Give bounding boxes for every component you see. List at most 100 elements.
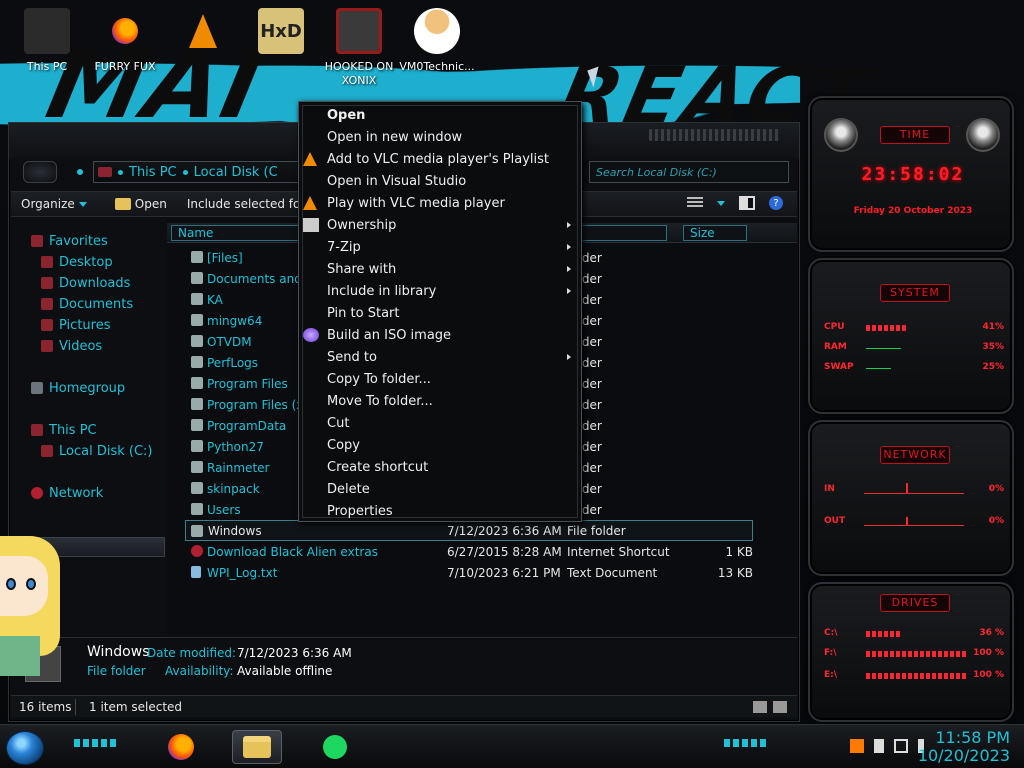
chevron-right-icon [567, 244, 571, 250]
menu-item-label: Ownership [327, 217, 397, 233]
address-bar[interactable]: This PC Local Disk (C [93, 161, 299, 183]
time-date: Friday 20 October 2023 [853, 206, 973, 216]
menu-item-label: Copy To folder... [327, 371, 431, 387]
organize-button[interactable]: Organize [11, 197, 97, 211]
computer-icon [24, 8, 70, 54]
drive-icon [41, 445, 53, 457]
taskbar-clock[interactable]: 11:58 PM 10/20/2023 [918, 729, 1010, 765]
include-label: Include selected fol [186, 197, 304, 211]
include-in-library-button[interactable]: Include selected fol [177, 197, 314, 211]
firefox-icon [168, 734, 194, 760]
menu-item-add-to-vlc-media-player-s-playlist[interactable]: Add to VLC media player's Playlist [299, 148, 579, 170]
menu-item-label: Play with VLC media player [327, 195, 505, 211]
breadcrumb-this-pc[interactable]: This PC [129, 165, 177, 180]
desktop-icon-furry-fux[interactable]: FURRY FUX [86, 4, 164, 88]
help-icon[interactable]: ? [769, 196, 783, 210]
menu-item-delete[interactable]: Delete [299, 478, 579, 500]
preview-pane-icon[interactable] [739, 196, 755, 210]
search-input[interactable]: Search Local Disk (C:) [589, 161, 789, 183]
menu-item-label: Copy [327, 437, 360, 453]
recent-pages-dot[interactable] [77, 169, 83, 175]
column-header-name[interactable]: Name [171, 225, 301, 241]
system-gadget: SYSTEM CPU 41% RAM 35% SWAP 25% [808, 258, 1014, 414]
view-options-icon[interactable] [687, 197, 703, 209]
menu-item-open-in-new-window[interactable]: Open in new window [299, 126, 579, 148]
network-out-graph [864, 512, 964, 526]
menu-item-build-an-iso-image[interactable]: Build an ISO image [299, 324, 579, 346]
taskbar-spotify[interactable] [310, 730, 360, 764]
time-gadget: TIME 23:58:02 Friday 20 October 2023 [808, 96, 1014, 252]
drive-f-label: F:\ [824, 648, 837, 658]
row-type: Text Document [567, 565, 658, 580]
menu-item-share-with[interactable]: Share with [299, 258, 579, 280]
table-row[interactable]: Download Black Alien extras 6/27/2015 8:2… [167, 541, 797, 562]
drive-f-bar [866, 651, 966, 657]
nav-downloads[interactable]: Downloads [41, 273, 130, 293]
details-view-icon[interactable] [753, 700, 767, 713]
taskbar-file-explorer[interactable] [232, 730, 282, 764]
menu-item-label: 7-Zip [327, 239, 361, 255]
desktop-icon-vlc-shortcut[interactable] [164, 4, 242, 88]
desktop-icon-vm0technic[interactable]: VM0Technic... [398, 4, 476, 88]
menu-item-properties[interactable]: Properties [299, 500, 579, 522]
menu-item-ownership[interactable]: Ownership [299, 214, 579, 236]
back-forward-button[interactable] [23, 161, 57, 183]
menu-item-include-in-library[interactable]: Include in library [299, 280, 579, 302]
menu-item-7-zip[interactable]: 7-Zip [299, 236, 579, 258]
menu-item-open[interactable]: Open [299, 104, 579, 126]
row-date: 7/10/2023 6:21 PM [447, 565, 561, 580]
table-row[interactable]: WPI_Log.txt 7/10/2023 6:21 PM Text Documen… [167, 562, 797, 583]
open-button[interactable]: Open [105, 197, 177, 211]
nav-local-disk[interactable]: Local Disk (C:) [41, 441, 152, 461]
desktop-icon-label: VM0Technic... [399, 60, 475, 73]
desktop-icon-this-pc[interactable]: This PC [8, 4, 86, 88]
folder-icon [191, 525, 203, 537]
nav-label: Videos [59, 338, 103, 354]
column-header-size[interactable]: Size [683, 225, 747, 241]
ram-meter: RAM 35% [824, 342, 1004, 356]
clock-time: 11:58 PM [935, 728, 1010, 747]
downloads-icon [41, 277, 53, 289]
drive-c-meter: C:\ 36 % [824, 628, 1004, 642]
network-tray-icon[interactable] [894, 739, 908, 753]
row-name: Users [207, 502, 241, 517]
nav-videos[interactable]: Videos [41, 336, 102, 356]
menu-item-copy-to-folder[interactable]: Copy To folder... [299, 368, 579, 390]
menu-item-label: Properties [327, 503, 393, 519]
desktop-icon-xonix[interactable]: HOOKED ON XONIX [320, 4, 398, 88]
status-bar: 16 items 1 item selected [11, 695, 797, 717]
internet-shortcut-icon [191, 545, 203, 557]
menu-item-move-to-folder[interactable]: Move To folder... [299, 390, 579, 412]
nav-favorites[interactable]: Favorites [31, 231, 108, 251]
nav-label: Network [49, 485, 104, 501]
menu-item-play-with-vlc-media-player[interactable]: Play with VLC media player [299, 192, 579, 214]
menu-item-send-to[interactable]: Send to [299, 346, 579, 368]
action-center-flag-icon[interactable] [874, 739, 884, 753]
menu-item-copy[interactable]: Copy [299, 434, 579, 456]
menu-item-open-in-visual-studio[interactable]: Open in Visual Studio [299, 170, 579, 192]
start-button[interactable] [6, 731, 44, 765]
menu-item-label: Open [327, 107, 366, 123]
nav-this-pc[interactable]: This PC [31, 420, 97, 440]
menu-item-create-shortcut[interactable]: Create shortcut [299, 456, 579, 478]
nav-desktop[interactable]: Desktop [41, 252, 113, 272]
taskbar-firefox[interactable] [156, 730, 206, 764]
nav-homegroup[interactable]: Homegroup [31, 378, 125, 398]
documents-icon [41, 298, 53, 310]
nav-network[interactable]: Network [31, 483, 103, 503]
tray-app-icon[interactable] [850, 739, 864, 753]
nav-pictures[interactable]: Pictures [41, 315, 110, 335]
chevron-down-icon[interactable] [717, 200, 725, 206]
tiles-view-icon[interactable] [773, 700, 787, 713]
cpu-meter: CPU 41% [824, 322, 1004, 336]
details-type: File folder [87, 664, 146, 678]
nav-documents[interactable]: Documents [41, 294, 133, 314]
desktop-icon-hxd[interactable]: HxD [242, 4, 320, 88]
swap-meter: SWAP 25% [824, 362, 1004, 376]
breadcrumb-local-disk[interactable]: Local Disk (C [194, 165, 278, 180]
column-header-type[interactable]: e [567, 225, 667, 241]
menu-item-pin-to-start[interactable]: Pin to Start [299, 302, 579, 324]
menu-item-cut[interactable]: Cut [299, 412, 579, 434]
menu-item-label: Open in new window [327, 129, 463, 145]
table-row[interactable]: Windows 7/12/2023 6:36 AM File folder [185, 520, 753, 541]
